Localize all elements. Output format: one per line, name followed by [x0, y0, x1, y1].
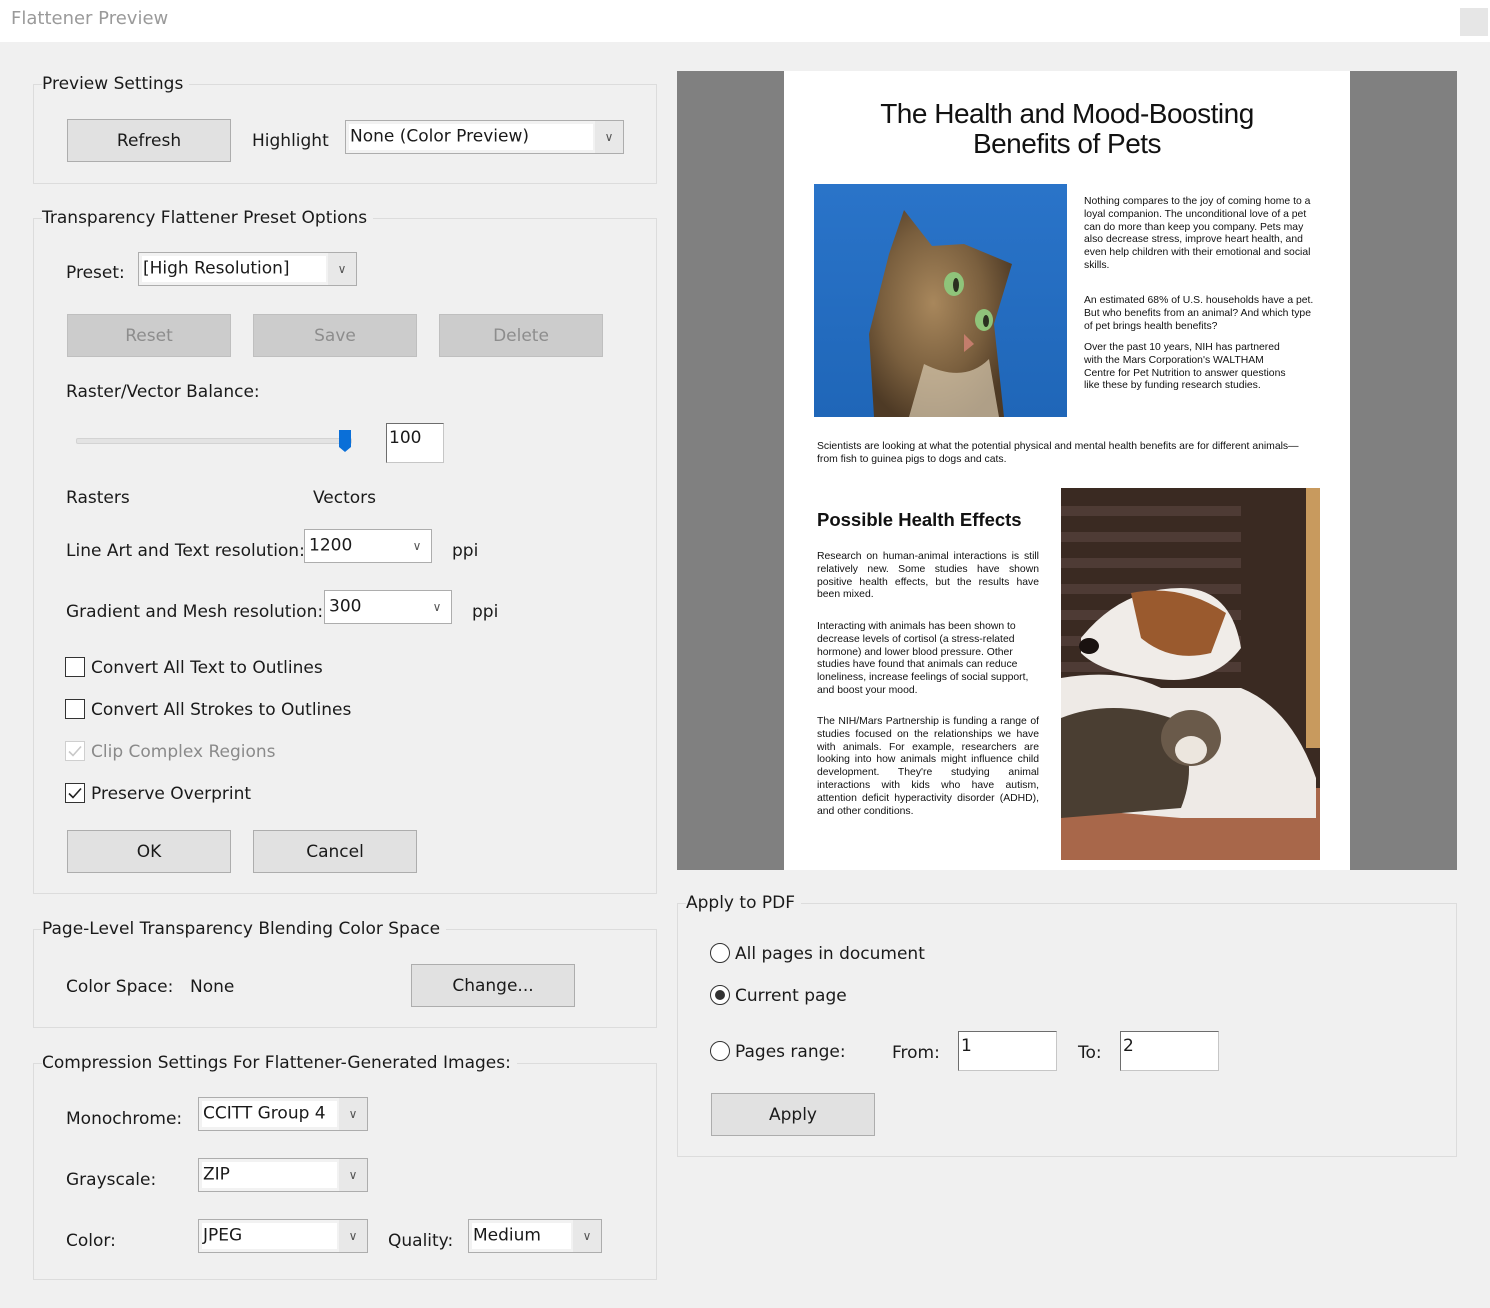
page-title-line1: The Health and Mood-Boosting	[880, 98, 1254, 129]
rasters-label: Rasters	[66, 488, 130, 508]
line-art-resolution-dropdown[interactable]: 1200 ∨	[304, 529, 432, 563]
color-space-value: None	[190, 977, 235, 997]
monochrome-label: Monochrome:	[66, 1109, 183, 1129]
chevron-down-icon: ∨	[339, 1159, 367, 1191]
grayscale-value: ZIP	[203, 1164, 230, 1185]
chevron-down-icon: ∨	[328, 253, 356, 285]
grayscale-dropdown[interactable]: ZIP ∨	[198, 1158, 368, 1192]
color-compression-value: JPEG	[203, 1225, 243, 1246]
color-compression-dropdown[interactable]: JPEG ∨	[198, 1219, 368, 1253]
color-space-label: Color Space:	[66, 977, 174, 997]
section-heading: Possible Health Effects	[817, 509, 1022, 530]
close-button[interactable]	[1460, 8, 1488, 36]
compression-legend: Compression Settings For Flattener-Gener…	[42, 1053, 517, 1073]
section-paragraph-3: The NIH/Mars Partnership is funding a ra…	[817, 716, 1039, 817]
raster-vector-slider-track[interactable]	[76, 438, 352, 444]
cancel-button[interactable]: Cancel	[253, 830, 417, 873]
page-title: The Health and Mood-Boosting Benefits of…	[784, 99, 1350, 159]
preview-settings-legend: Preview Settings	[42, 74, 190, 94]
chevron-down-icon: ∨	[432, 600, 442, 614]
intro-paragraph-2: An estimated 68% of U.S. households have…	[1084, 295, 1314, 332]
wide-paragraph: Scientists are looking at what the poten…	[817, 441, 1299, 465]
from-page-input[interactable]: 1	[958, 1031, 1057, 1071]
monochrome-value: CCITT Group 4	[203, 1103, 326, 1124]
quality-dropdown[interactable]: Medium ∨	[468, 1219, 602, 1253]
apply-button[interactable]: Apply	[711, 1093, 875, 1136]
highlight-dropdown[interactable]: None (Color Preview) ∨	[345, 120, 624, 154]
convert-text-outlines-label[interactable]: Convert All Text to Outlines	[91, 658, 323, 678]
ppi-label: ppi	[472, 602, 499, 622]
chevron-down-icon: ∨	[573, 1220, 601, 1252]
section-paragraph-2: Interacting with animals has been shown …	[817, 621, 1029, 696]
preserve-overprint-checkbox[interactable]	[65, 783, 85, 803]
preset-label: Preset:	[66, 263, 125, 283]
intro-paragraph-3: Over the past 10 years, NIH has partnere…	[1084, 342, 1286, 392]
quality-label: Quality:	[388, 1231, 454, 1251]
from-label: From:	[892, 1043, 940, 1063]
preset-dropdown[interactable]: [High Resolution] ∨	[138, 252, 357, 286]
current-page-label[interactable]: Current page	[735, 986, 847, 1006]
clip-complex-regions-checkbox[interactable]	[65, 741, 85, 761]
clip-complex-regions-label[interactable]: Clip Complex Regions	[91, 742, 276, 762]
chevron-down-icon: ∨	[412, 539, 422, 553]
to-label: To:	[1078, 1043, 1102, 1063]
delete-button[interactable]: Delete	[439, 314, 603, 357]
cat-photo	[814, 184, 1067, 417]
reset-button[interactable]: Reset	[67, 314, 231, 357]
convert-text-outlines-checkbox[interactable]	[65, 657, 85, 677]
all-pages-label[interactable]: All pages in document	[735, 944, 925, 964]
highlight-label: Highlight	[252, 131, 329, 151]
line-art-resolution-value: 1200	[309, 535, 353, 556]
raster-vector-balance-input[interactable]: 100	[386, 423, 444, 463]
section-paragraph-1: Research on human-animal interactions is…	[817, 551, 1039, 601]
checkmark-icon	[68, 745, 82, 757]
preset-value: [High Resolution]	[143, 258, 290, 279]
ppi-label: ppi	[452, 541, 479, 561]
grayscale-label: Grayscale:	[66, 1170, 157, 1190]
color-space-legend: Page-Level Transparency Blending Color S…	[42, 919, 447, 939]
gradient-mesh-resolution-value: 300	[329, 596, 362, 617]
checkmark-icon	[68, 787, 82, 799]
preserve-overprint-label[interactable]: Preserve Overprint	[91, 784, 251, 804]
title-bar: Flattener Preview	[0, 0, 1490, 42]
convert-strokes-outlines-label[interactable]: Convert All Strokes to Outlines	[91, 700, 351, 720]
chevron-down-icon: ∨	[339, 1098, 367, 1130]
apply-to-pdf-legend: Apply to PDF	[686, 893, 801, 913]
quality-value: Medium	[473, 1225, 541, 1246]
intro-paragraph-1: Nothing compares to the joy of coming ho…	[1084, 196, 1311, 271]
all-pages-radio[interactable]	[710, 943, 730, 963]
raster-vector-slider-thumb[interactable]	[338, 429, 352, 453]
pages-range-label[interactable]: Pages range:	[735, 1042, 846, 1062]
preset-options-legend: Transparency Flattener Preset Options	[42, 208, 374, 228]
color-label: Color:	[66, 1231, 116, 1251]
current-page-radio[interactable]	[710, 985, 730, 1005]
gradient-mesh-resolution-dropdown[interactable]: 300 ∨	[324, 590, 452, 624]
dog-and-cat-photo	[1061, 488, 1320, 860]
page-title-line2: Benefits of Pets	[972, 128, 1162, 159]
convert-strokes-outlines-checkbox[interactable]	[65, 699, 85, 719]
chevron-down-icon: ∨	[339, 1220, 367, 1252]
save-button[interactable]: Save	[253, 314, 417, 357]
gradient-mesh-resolution-label: Gradient and Mesh resolution:	[66, 602, 324, 622]
highlight-value: None (Color Preview)	[350, 126, 529, 147]
raster-vector-balance-label: Raster/Vector Balance:	[66, 382, 260, 402]
line-art-resolution-label: Line Art and Text resolution:	[66, 541, 305, 561]
ok-button[interactable]: OK	[67, 830, 231, 873]
pages-range-radio[interactable]	[710, 1041, 730, 1061]
to-page-input[interactable]: 2	[1120, 1031, 1219, 1071]
change-color-space-button[interactable]: Change...	[411, 964, 575, 1007]
window-title: Flattener Preview	[11, 8, 169, 29]
vectors-label: Vectors	[313, 488, 377, 508]
monochrome-dropdown[interactable]: CCITT Group 4 ∨	[198, 1097, 368, 1131]
chevron-down-icon: ∨	[595, 121, 623, 153]
preview-page: The Health and Mood-Boosting Benefits of…	[784, 71, 1350, 870]
refresh-button[interactable]: Refresh	[67, 119, 231, 162]
